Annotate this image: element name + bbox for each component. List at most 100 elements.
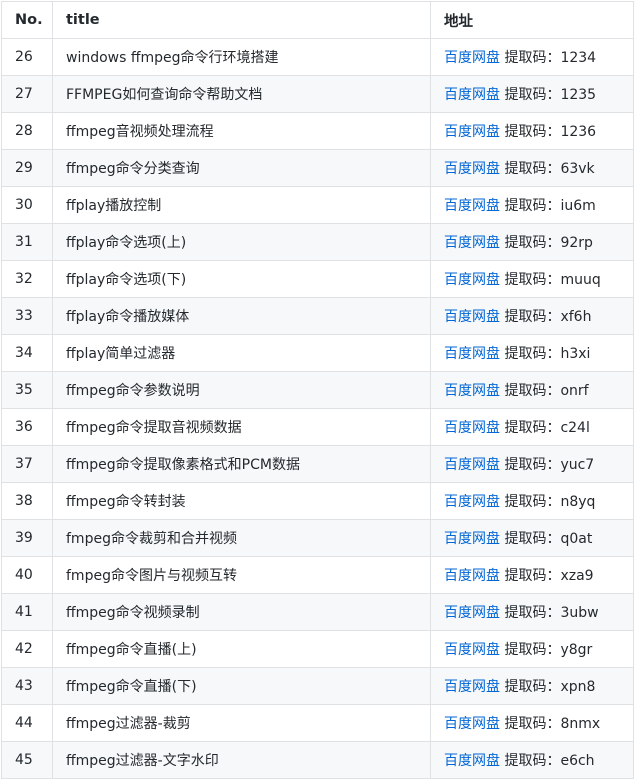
extraction-code-label: 提取码： bbox=[504, 642, 561, 658]
extraction-code-label: 提取码： bbox=[504, 531, 561, 547]
row-number: 37 bbox=[1, 445, 53, 483]
table-row: 37 ffmpeg命令提取像素格式和PCM数据 百度网盘 提取码：yuc7 bbox=[1, 445, 634, 483]
row-number: 30 bbox=[1, 186, 53, 224]
row-number: 35 bbox=[1, 371, 53, 409]
extraction-code-label: 提取码： bbox=[504, 346, 561, 362]
row-title: fmpeg命令图片与视频互转 bbox=[52, 556, 431, 594]
extraction-code-value: c24l bbox=[560, 420, 590, 436]
baidu-pan-link[interactable]: 百度网盘 bbox=[444, 198, 500, 214]
row-address: 百度网盘 提取码：1234 bbox=[430, 38, 634, 76]
extraction-code-value: 1236 bbox=[560, 124, 597, 140]
extraction-code-value: 8nmx bbox=[560, 716, 601, 732]
extraction-code-value: q0at bbox=[560, 531, 593, 547]
course-table: No. title 地址 26 windows ffmpeg命令行环境搭建 百度网盘… bbox=[1, 1, 634, 779]
baidu-pan-link[interactable]: 百度网盘 bbox=[444, 420, 500, 436]
row-number: 29 bbox=[1, 149, 53, 187]
extraction-code-value: 92rp bbox=[560, 235, 593, 251]
table-row: 41 ffmpeg命令视频录制 百度网盘 提取码：3ubw bbox=[1, 593, 634, 631]
row-address: 百度网盘 提取码：1236 bbox=[430, 112, 634, 150]
extraction-code-label: 提取码： bbox=[504, 161, 561, 177]
baidu-pan-link[interactable]: 百度网盘 bbox=[444, 605, 500, 621]
table-row: 35 ffmpeg命令参数说明 百度网盘 提取码：onrf bbox=[1, 371, 634, 409]
baidu-pan-link[interactable]: 百度网盘 bbox=[444, 235, 500, 251]
row-title: ffmpeg命令直播(下) bbox=[52, 667, 431, 705]
row-number: 32 bbox=[1, 260, 53, 298]
extraction-code-value: h3xi bbox=[560, 346, 591, 362]
row-number: 44 bbox=[1, 704, 53, 742]
table-row: 32 ffplay命令选项(下) 百度网盘 提取码：muuq bbox=[1, 260, 634, 298]
row-title: ffmpeg命令分类查询 bbox=[52, 149, 431, 187]
row-address: 百度网盘 提取码：xf6h bbox=[430, 297, 634, 335]
row-title: ffmpeg过滤器-裁剪 bbox=[52, 704, 431, 742]
header-address: 地址 bbox=[430, 1, 634, 39]
row-title: FFMPEG如何查询命令帮助文档 bbox=[52, 75, 431, 113]
row-title: ffplay播放控制 bbox=[52, 186, 431, 224]
row-number: 36 bbox=[1, 408, 53, 446]
table-row: 27 FFMPEG如何查询命令帮助文档 百度网盘 提取码：1235 bbox=[1, 75, 634, 113]
extraction-code-label: 提取码： bbox=[504, 420, 561, 436]
row-number: 41 bbox=[1, 593, 53, 631]
row-address: 百度网盘 提取码：onrf bbox=[430, 371, 634, 409]
extraction-code-label: 提取码： bbox=[504, 716, 561, 732]
baidu-pan-link[interactable]: 百度网盘 bbox=[444, 309, 500, 325]
row-title: ffmpeg过滤器-文字水印 bbox=[52, 741, 431, 779]
row-address: 百度网盘 提取码：3ubw bbox=[430, 593, 634, 631]
extraction-code-value: yuc7 bbox=[560, 457, 595, 473]
row-title: ffmpeg命令直播(上) bbox=[52, 630, 431, 668]
baidu-pan-link[interactable]: 百度网盘 bbox=[444, 716, 500, 732]
row-address: 百度网盘 提取码：q0at bbox=[430, 519, 634, 557]
row-title: ffplay简单过滤器 bbox=[52, 334, 431, 372]
baidu-pan-link[interactable]: 百度网盘 bbox=[444, 87, 500, 103]
extraction-code-value: n8yq bbox=[560, 494, 596, 510]
row-address: 百度网盘 提取码：e6ch bbox=[430, 741, 634, 779]
row-address: 百度网盘 提取码：muuq bbox=[430, 260, 634, 298]
baidu-pan-link[interactable]: 百度网盘 bbox=[444, 531, 500, 547]
baidu-pan-link[interactable]: 百度网盘 bbox=[444, 161, 500, 177]
extraction-code-label: 提取码： bbox=[504, 235, 561, 251]
row-address: 百度网盘 提取码：y8gr bbox=[430, 630, 634, 668]
row-number: 31 bbox=[1, 223, 53, 261]
row-address: 百度网盘 提取码：xza9 bbox=[430, 556, 634, 594]
table-row: 44 ffmpeg过滤器-裁剪 百度网盘 提取码：8nmx bbox=[1, 704, 634, 742]
baidu-pan-link[interactable]: 百度网盘 bbox=[444, 457, 500, 473]
baidu-pan-link[interactable]: 百度网盘 bbox=[444, 494, 500, 510]
row-number: 38 bbox=[1, 482, 53, 520]
baidu-pan-link[interactable]: 百度网盘 bbox=[444, 642, 500, 658]
row-number: 34 bbox=[1, 334, 53, 372]
row-title: ffmpeg命令视频录制 bbox=[52, 593, 431, 631]
table-row: 30 ffplay播放控制 百度网盘 提取码：iu6m bbox=[1, 186, 634, 224]
baidu-pan-link[interactable]: 百度网盘 bbox=[444, 753, 500, 769]
table-row: 45 ffmpeg过滤器-文字水印 百度网盘 提取码：e6ch bbox=[1, 741, 634, 779]
extraction-code-value: onrf bbox=[560, 383, 589, 399]
row-title: ffplay命令选项(上) bbox=[52, 223, 431, 261]
baidu-pan-link[interactable]: 百度网盘 bbox=[444, 272, 500, 288]
row-address: 百度网盘 提取码：iu6m bbox=[430, 186, 634, 224]
row-number: 43 bbox=[1, 667, 53, 705]
table-row: 38 ffmpeg命令转封装 百度网盘 提取码：n8yq bbox=[1, 482, 634, 520]
extraction-code-label: 提取码： bbox=[504, 494, 561, 510]
row-address: 百度网盘 提取码：xpn8 bbox=[430, 667, 634, 705]
baidu-pan-link[interactable]: 百度网盘 bbox=[444, 383, 500, 399]
extraction-code-label: 提取码： bbox=[504, 124, 561, 140]
baidu-pan-link[interactable]: 百度网盘 bbox=[444, 50, 500, 66]
extraction-code-label: 提取码： bbox=[504, 568, 561, 584]
baidu-pan-link[interactable]: 百度网盘 bbox=[444, 346, 500, 362]
extraction-code-label: 提取码： bbox=[504, 309, 561, 325]
baidu-pan-link[interactable]: 百度网盘 bbox=[444, 679, 500, 695]
row-title: ffmpeg命令提取音视频数据 bbox=[52, 408, 431, 446]
baidu-pan-link[interactable]: 百度网盘 bbox=[444, 568, 500, 584]
row-number: 40 bbox=[1, 556, 53, 594]
extraction-code-label: 提取码： bbox=[504, 457, 561, 473]
extraction-code-value: 1235 bbox=[560, 87, 597, 103]
row-address: 百度网盘 提取码：c24l bbox=[430, 408, 634, 446]
extraction-code-value: xpn8 bbox=[560, 679, 596, 695]
extraction-code-value: muuq bbox=[560, 272, 601, 288]
row-title: ffmpeg命令转封装 bbox=[52, 482, 431, 520]
header-title: title bbox=[52, 1, 431, 39]
row-title: ffplay命令选项(下) bbox=[52, 260, 431, 298]
row-address: 百度网盘 提取码：63vk bbox=[430, 149, 634, 187]
row-number: 39 bbox=[1, 519, 53, 557]
extraction-code-value: e6ch bbox=[560, 753, 595, 769]
extraction-code-value: 3ubw bbox=[560, 605, 599, 621]
baidu-pan-link[interactable]: 百度网盘 bbox=[444, 124, 500, 140]
